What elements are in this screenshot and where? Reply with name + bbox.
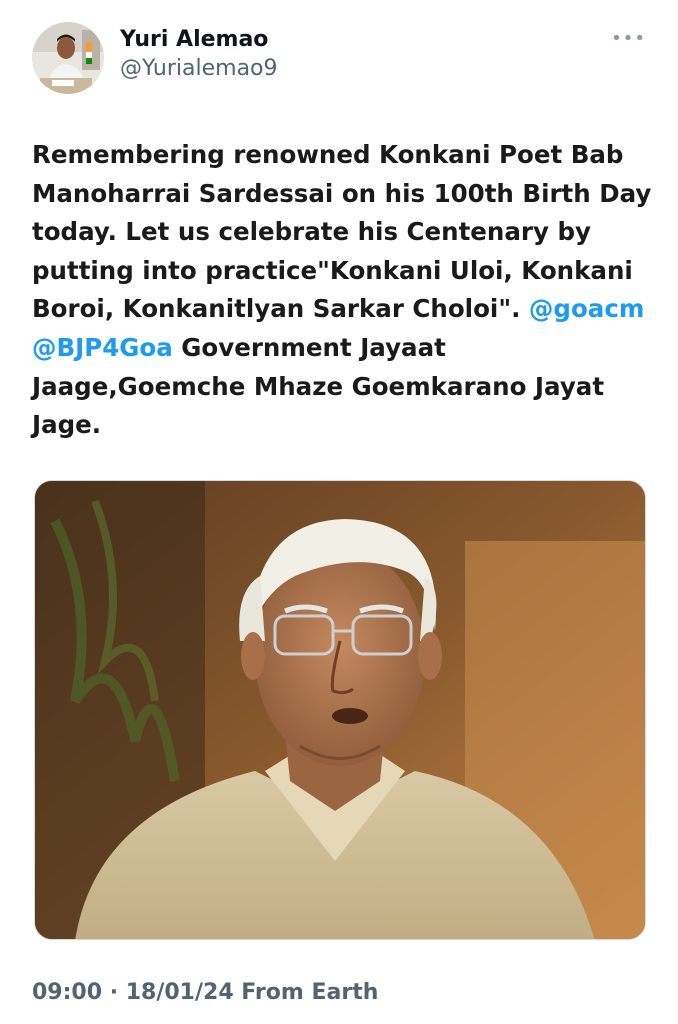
- tweet-line: Remembering renowned Konkani Poet Bab: [32, 140, 624, 169]
- tweet-line: Boroi, Konkanitlyan Sarkar Choloi". @goa…: [32, 290, 652, 329]
- tweet-line: @BJP4Goa Government Jayaat: [32, 329, 652, 368]
- tweet-source: From Earth: [233, 980, 379, 1005]
- tweet-line: putting into practice"Konkani Uloi, Konk…: [32, 255, 633, 285]
- tweet-text: Remembering renowned Konkani Poet Bab Ma…: [32, 136, 652, 445]
- tweet-line: Jage.: [32, 410, 102, 440]
- avatar[interactable]: [32, 22, 104, 94]
- tweet-line: Manoharrai Sardessai on his 100th Birth …: [32, 178, 652, 208]
- display-name[interactable]: Yuri Alemao: [120, 26, 278, 54]
- tweet-date[interactable]: 18/01/24: [126, 980, 234, 1005]
- tweet-media-photo[interactable]: [34, 480, 646, 940]
- user-info: Yuri Alemao @Yurialemao9: [120, 26, 278, 84]
- mention-bjp4goa-link[interactable]: @BJP4Goa: [32, 333, 173, 362]
- avatar-image: [32, 22, 104, 94]
- user-handle[interactable]: @Yurialemao9: [120, 54, 278, 84]
- portrait-photo-image: [35, 481, 645, 939]
- tweet-text-segment: Government Jayaat: [172, 332, 446, 362]
- tweet-meta: 09:00 · 18/01/24 From Earth: [32, 976, 378, 1010]
- tweet-line: Jaage,Goemche Mhaze Goemkarano Jayat: [32, 371, 605, 401]
- more-options-icon[interactable]: •••: [611, 28, 646, 49]
- tweet-line: today. Let us celebrate his Centenary by: [32, 217, 591, 247]
- tweet-container: Yuri Alemao @Yurialemao9 ••• Remembering…: [0, 0, 678, 1024]
- tweet-text-segment: Boroi, Konkanitlyan Sarkar Choloi".: [32, 294, 529, 324]
- tweet-header: Yuri Alemao @Yurialemao9 •••: [32, 22, 646, 94]
- tweet-time[interactable]: 09:00: [32, 980, 102, 1005]
- meta-separator: ·: [102, 980, 126, 1005]
- mention-goacm-link[interactable]: @goacm: [529, 294, 644, 323]
